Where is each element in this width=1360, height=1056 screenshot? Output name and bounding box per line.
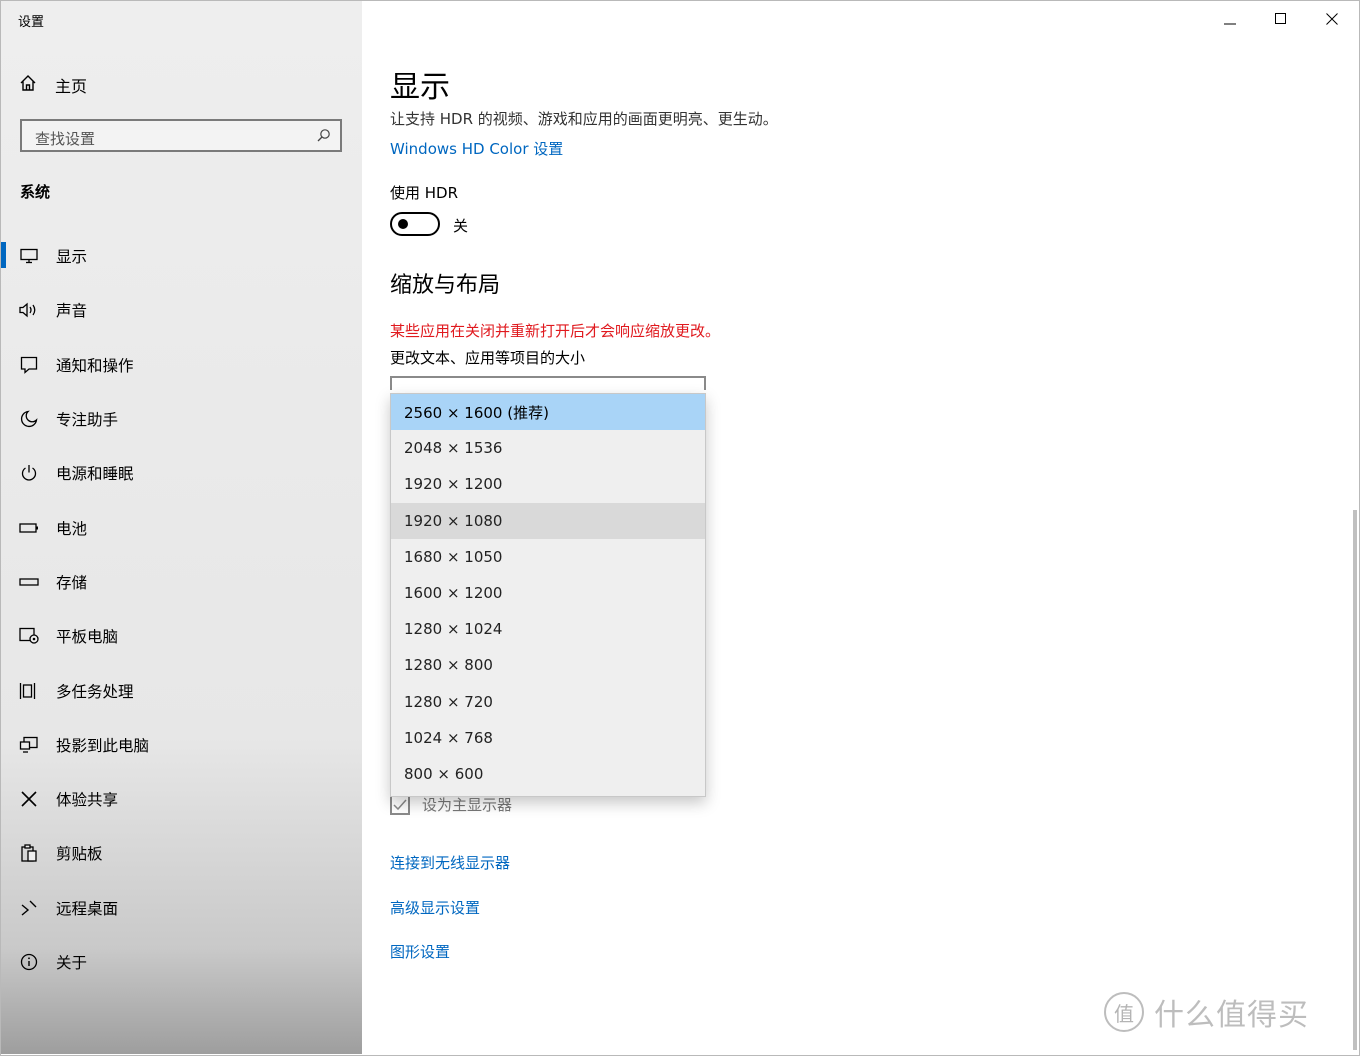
minimize-icon bbox=[1224, 10, 1236, 29]
hdr-settings-link[interactable]: Windows HD Color 设置 bbox=[390, 138, 563, 159]
clipboard-icon bbox=[19, 843, 39, 863]
sidebar-item-label: 专注助手 bbox=[56, 408, 118, 430]
resolution-option[interactable]: 2560 × 1600 (推荐) bbox=[391, 394, 705, 430]
check-icon bbox=[392, 797, 408, 813]
graphics-settings-link[interactable]: 图形设置 bbox=[390, 941, 450, 962]
tablet-icon bbox=[19, 626, 39, 646]
resolution-option[interactable]: 1920 × 1200 bbox=[391, 466, 705, 502]
primary-display-label: 设为主显示器 bbox=[422, 794, 512, 815]
home-icon bbox=[19, 74, 37, 96]
watermark: 值 什么值得买 bbox=[1104, 990, 1309, 1034]
sidebar-item-label: 电池 bbox=[56, 517, 87, 539]
nav-home[interactable]: 主页 bbox=[19, 71, 87, 99]
sidebar-item-battery[interactable]: 电池 bbox=[1, 500, 362, 554]
sidebar-item-tablet[interactable]: 平板电脑 bbox=[1, 609, 362, 663]
resolution-option[interactable]: 1680 × 1050 bbox=[391, 539, 705, 575]
power-icon bbox=[19, 463, 39, 483]
resolution-option[interactable]: 1280 × 1024 bbox=[391, 611, 705, 647]
wireless-display-link[interactable]: 连接到无线显示器 bbox=[390, 852, 510, 873]
section-title: 系统 bbox=[20, 181, 50, 202]
moon-icon bbox=[19, 409, 39, 429]
resolution-option[interactable]: 1600 × 1200 bbox=[391, 575, 705, 611]
minimize-button[interactable] bbox=[1207, 6, 1253, 32]
info-icon bbox=[19, 952, 39, 972]
scale-layout-title: 缩放与布局 bbox=[390, 267, 500, 299]
resolution-option[interactable]: 800 × 600 bbox=[391, 756, 705, 792]
window-title: 设置 bbox=[18, 11, 44, 30]
sidebar-item-label: 关于 bbox=[56, 951, 87, 973]
sidebar-item-label: 剪贴板 bbox=[56, 842, 103, 864]
advanced-display-link[interactable]: 高级显示设置 bbox=[390, 897, 480, 918]
sidebar-item-label: 存储 bbox=[56, 571, 87, 593]
search-icon bbox=[316, 128, 331, 147]
toggle-knob bbox=[398, 219, 408, 229]
battery-icon bbox=[19, 518, 39, 538]
sidebar-item-label: 投影到此电脑 bbox=[56, 734, 149, 756]
sidebar-item-project[interactable]: 投影到此电脑 bbox=[1, 718, 362, 772]
hdr-toggle-label: 使用 HDR bbox=[390, 182, 458, 203]
project-icon bbox=[19, 735, 39, 755]
resolution-option[interactable]: 2048 × 1536 bbox=[391, 430, 705, 466]
sidebar-nav: 显示 声音 通知和操作 专注助手 电源和睡眠 电池 存储 平板电脑 bbox=[1, 229, 362, 989]
nav-home-label: 主页 bbox=[55, 73, 87, 97]
sidebar-item-storage[interactable]: 存储 bbox=[1, 555, 362, 609]
hdr-toggle-state: 关 bbox=[453, 215, 468, 236]
monitor-icon bbox=[19, 246, 39, 266]
scale-warning: 某些应用在关闭并重新打开后才会响应缩放更改。 bbox=[390, 320, 720, 341]
primary-display-checkbox[interactable] bbox=[390, 795, 410, 815]
sidebar-item-label: 声音 bbox=[56, 299, 87, 321]
resolution-option[interactable]: 1024 × 768 bbox=[391, 720, 705, 756]
sidebar-item-clipboard[interactable]: 剪贴板 bbox=[1, 826, 362, 880]
sidebar-item-focus-assist[interactable]: 专注助手 bbox=[1, 392, 362, 446]
scale-subtitle: 更改文本、应用等项目的大小 bbox=[390, 347, 585, 368]
sidebar-item-notifications[interactable]: 通知和操作 bbox=[1, 338, 362, 392]
search-placeholder: 查找设置 bbox=[35, 128, 95, 149]
speaker-icon bbox=[19, 300, 39, 320]
maximize-icon bbox=[1275, 10, 1287, 29]
share-icon bbox=[19, 789, 39, 809]
scrollbar[interactable] bbox=[1353, 510, 1357, 1050]
page-title: 显示 bbox=[390, 62, 450, 106]
watermark-text: 什么值得买 bbox=[1154, 990, 1309, 1034]
resolution-option[interactable]: 1280 × 800 bbox=[391, 647, 705, 683]
sidebar-item-label: 显示 bbox=[56, 245, 87, 267]
resolution-option[interactable]: 1280 × 720 bbox=[391, 684, 705, 720]
sidebar-item-multitasking[interactable]: 多任务处理 bbox=[1, 663, 362, 717]
sidebar-item-label: 电源和睡眠 bbox=[56, 462, 134, 484]
sidebar-item-label: 通知和操作 bbox=[56, 354, 134, 376]
sidebar-item-label: 平板电脑 bbox=[56, 625, 118, 647]
sidebar-item-label: 多任务处理 bbox=[56, 680, 134, 702]
maximize-button[interactable] bbox=[1258, 6, 1304, 32]
sidebar-item-sound[interactable]: 声音 bbox=[1, 283, 362, 337]
close-button[interactable] bbox=[1309, 6, 1355, 32]
sidebar-item-power[interactable]: 电源和睡眠 bbox=[1, 446, 362, 500]
sidebar-item-about[interactable]: 关于 bbox=[1, 935, 362, 989]
multitask-icon bbox=[19, 681, 39, 701]
hdr-description: 让支持 HDR 的视频、游戏和应用的画面更明亮、更生动。 bbox=[390, 108, 778, 129]
resolution-option[interactable]: 1920 × 1080 bbox=[391, 503, 705, 539]
resolution-dropdown: 2560 × 1600 (推荐) 2048 × 1536 1920 × 1200… bbox=[390, 393, 706, 797]
remote-icon bbox=[19, 898, 39, 918]
watermark-logo: 值 bbox=[1104, 992, 1144, 1032]
sidebar-item-display[interactable]: 显示 bbox=[1, 229, 362, 283]
notification-icon bbox=[19, 355, 39, 375]
sidebar-item-remote-desktop[interactable]: 远程桌面 bbox=[1, 881, 362, 935]
sidebar: 设置 主页 查找设置 系统 显示 声音 通知和操作 专注助手 bbox=[1, 1, 362, 1054]
hdr-toggle[interactable] bbox=[390, 212, 440, 236]
sidebar-item-shared-experiences[interactable]: 体验共享 bbox=[1, 772, 362, 826]
storage-icon bbox=[19, 572, 39, 592]
scale-combobox[interactable] bbox=[390, 376, 706, 390]
sidebar-item-label: 体验共享 bbox=[56, 788, 118, 810]
search-input[interactable]: 查找设置 bbox=[20, 119, 342, 152]
close-icon bbox=[1326, 10, 1338, 29]
sidebar-item-label: 远程桌面 bbox=[56, 897, 118, 919]
